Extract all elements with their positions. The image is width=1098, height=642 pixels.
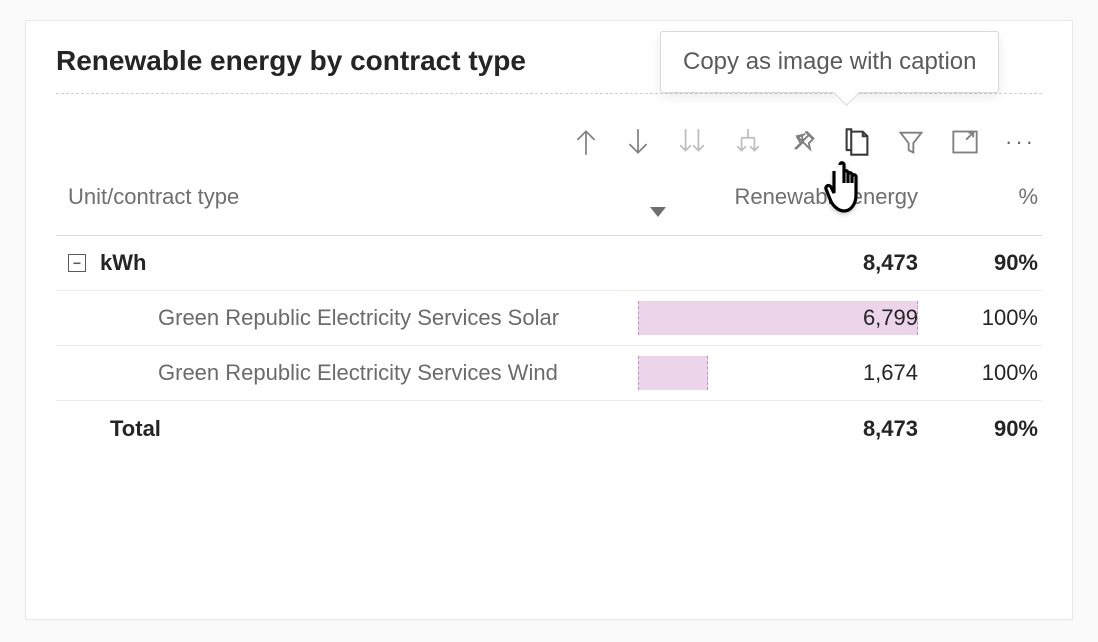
visual-card: Copy as image with caption Renewable ene… — [25, 20, 1073, 620]
group-label: kWh — [100, 250, 146, 276]
expand-next-level-icon[interactable] — [733, 127, 763, 157]
total-label: Total — [68, 416, 638, 442]
row-energy: 6,799 — [863, 305, 918, 331]
row-energy: 1,674 — [863, 360, 918, 386]
tooltip-copy-image: Copy as image with caption — [660, 31, 999, 93]
drill-down-all-icon[interactable] — [677, 127, 707, 157]
more-options-icon[interactable]: ··· — [1005, 129, 1036, 155]
copy-icon[interactable] — [843, 127, 871, 157]
table-row[interactable]: Green Republic Electricity Services Sola… — [56, 291, 1042, 346]
col-header-unit[interactable]: Unit/contract type — [68, 184, 638, 210]
group-pct: 90% — [918, 250, 1038, 276]
filter-icon[interactable] — [897, 128, 925, 156]
data-bar — [638, 356, 708, 390]
group-row-kwh[interactable]: − kWh 8,473 90% — [56, 236, 1042, 291]
data-table: Unit/contract type Renewable energy % − … — [56, 158, 1042, 457]
drill-up-icon[interactable] — [573, 127, 599, 157]
total-row: Total 8,473 90% — [56, 401, 1042, 457]
row-label: Green Republic Electricity Services Wind — [158, 360, 558, 386]
row-label: Green Republic Electricity Services Sola… — [158, 305, 559, 331]
focus-mode-icon[interactable] — [951, 129, 979, 155]
col-header-energy[interactable]: Renewable energy — [638, 184, 918, 210]
table-header-row: Unit/contract type Renewable energy % — [56, 158, 1042, 236]
table-row[interactable]: Green Republic Electricity Services Wind… — [56, 346, 1042, 401]
row-pct: 100% — [982, 360, 1038, 385]
toolbar-divider — [56, 93, 1042, 94]
col-header-pct[interactable]: % — [918, 184, 1038, 210]
total-pct: 90% — [918, 416, 1038, 442]
collapse-toggle-icon[interactable]: − — [68, 254, 86, 272]
pin-icon[interactable] — [789, 128, 817, 156]
total-energy: 8,473 — [638, 416, 918, 442]
row-pct: 100% — [982, 305, 1038, 330]
visual-toolbar: ··· — [573, 127, 1036, 157]
drill-down-one-icon[interactable] — [625, 127, 651, 157]
tooltip-text: Copy as image with caption — [683, 48, 976, 75]
sort-descending-icon[interactable] — [650, 204, 666, 222]
group-energy: 8,473 — [638, 250, 918, 276]
